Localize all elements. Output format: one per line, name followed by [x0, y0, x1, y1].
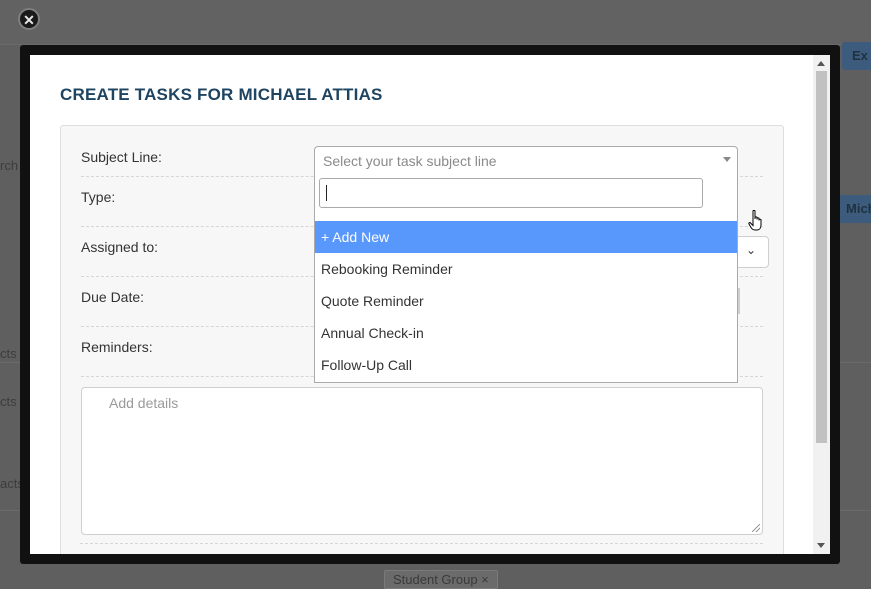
assigned-select[interactable]: ⌄	[738, 236, 769, 268]
background-top-bar	[0, 0, 871, 44]
scroll-thumb[interactable]	[816, 71, 827, 443]
chevron-down-icon: ⌄	[746, 243, 757, 257]
text-caret	[326, 185, 327, 201]
subject-dropdown: + Add New Rebooking Reminder Quote Remin…	[314, 173, 738, 383]
chevron-down-icon	[723, 157, 731, 162]
modal-scrollbar[interactable]	[813, 55, 830, 554]
background-snippet: acts	[0, 476, 20, 491]
close-icon[interactable]: ✕	[18, 8, 40, 30]
details-placeholder: Add details	[109, 395, 179, 411]
due-date-input[interactable]	[738, 288, 740, 314]
hand-pointer-icon	[748, 210, 762, 231]
reminders-label: Reminders:	[81, 339, 153, 355]
assigned-label: Assigned to:	[81, 239, 159, 255]
modal-title: CREATE TASKS FOR MICHAEL ATTIAS	[60, 85, 383, 104]
create-task-modal: CREATE TASKS FOR MICHAEL ATTIAS Subject …	[30, 55, 830, 554]
dropdown-options: + Add New Rebooking Reminder Quote Remin…	[315, 221, 737, 381]
background-contact-button: Mich	[836, 195, 871, 223]
subject-select[interactable]: Select your task subject line	[314, 146, 738, 174]
due-date-label: Due Date:	[81, 289, 145, 305]
form-divider	[80, 543, 763, 544]
type-label: Type:	[81, 189, 116, 205]
background-snippet: cts	[0, 346, 17, 361]
scroll-up-arrow-icon[interactable]	[817, 61, 825, 66]
background-tag: Student Group ×	[384, 570, 498, 589]
dropdown-search-input[interactable]	[319, 178, 703, 208]
option-quote-reminder[interactable]: Quote Reminder	[315, 285, 737, 317]
background-snippet: rch	[0, 158, 19, 173]
option-rebooking-reminder[interactable]: Rebooking Reminder	[315, 253, 737, 285]
option-follow-up-call[interactable]: Follow-Up Call	[315, 349, 737, 381]
details-textarea[interactable]: Add details	[81, 387, 763, 535]
option-add-new[interactable]: + Add New	[315, 221, 737, 253]
resize-handle[interactable]	[752, 524, 760, 532]
option-annual-check-in[interactable]: Annual Check-in	[315, 317, 737, 349]
subject-label: Subject Line:	[81, 149, 162, 165]
background-snippet: cts	[0, 394, 17, 409]
scroll-down-arrow-icon[interactable]	[817, 543, 825, 548]
subject-select-placeholder: Select your task subject line	[323, 153, 497, 169]
background-export-button: Ex	[842, 42, 871, 70]
